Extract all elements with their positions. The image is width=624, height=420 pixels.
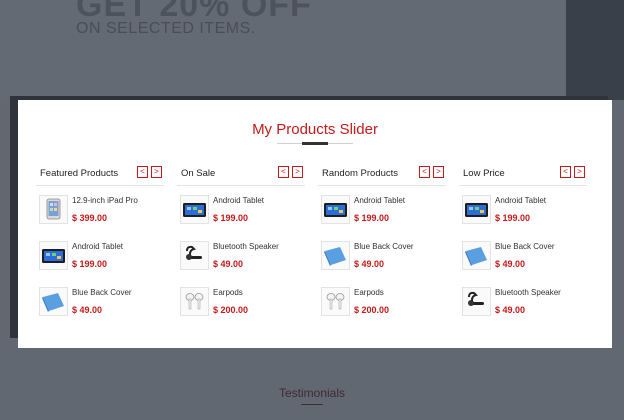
headset-icon[interactable] <box>180 241 209 270</box>
column-title: Low Price <box>463 168 505 179</box>
next-arrow-button[interactable]: > <box>433 166 444 178</box>
product-name[interactable]: Android Tablet <box>72 242 123 251</box>
product-price: $ 49.00 <box>495 305 526 315</box>
earpods-icon[interactable] <box>321 287 350 316</box>
product-price: $ 49.00 <box>213 259 244 269</box>
ipad-icon[interactable] <box>39 195 68 224</box>
slider-title: My Products Slider <box>252 121 378 138</box>
product-item[interactable]: Bluetooth Speaker $ 49.00 <box>180 241 304 281</box>
product-name[interactable]: Earpods <box>354 288 384 297</box>
prev-arrow-button[interactable]: < <box>419 166 430 178</box>
product-price: $ 49.00 <box>72 305 103 315</box>
products-slider: My Products Slider Featured Products < >… <box>18 100 612 348</box>
product-name[interactable]: Bluetooth Speaker <box>213 242 279 251</box>
product-price: $ 199.00 <box>354 213 390 223</box>
testimonials-underline <box>301 404 323 405</box>
prev-arrow-button[interactable]: < <box>560 166 571 178</box>
product-name[interactable]: Earpods <box>213 288 243 297</box>
product-name[interactable]: Bluetooth Speaker <box>495 288 561 297</box>
product-price: $ 49.00 <box>495 259 526 269</box>
product-price: $ 399.00 <box>72 213 108 223</box>
next-arrow-button[interactable]: > <box>292 166 303 178</box>
product-name[interactable]: Android Tablet <box>354 196 405 205</box>
column-on-sale: On Sale < > Android Tablet $ 199.00 Blue… <box>177 166 305 316</box>
product-item[interactable]: Bluetooth Speaker $ 49.00 <box>462 287 586 327</box>
column-featured-products: Featured Products < > 12.9-inch iPad Pro… <box>36 166 164 316</box>
product-item[interactable]: Android Tablet $ 199.00 <box>321 195 445 235</box>
prev-arrow-button[interactable]: < <box>137 166 148 178</box>
testimonials-heading: Testimonials <box>278 386 346 400</box>
product-item[interactable]: Blue Back Cover $ 49.00 <box>462 241 586 281</box>
product-item[interactable]: Earpods $ 200.00 <box>180 287 304 327</box>
product-name[interactable]: Blue Back Cover <box>72 288 132 297</box>
earpods-icon[interactable] <box>180 287 209 316</box>
prev-arrow-button[interactable]: < <box>278 166 289 178</box>
hero-image-edge <box>566 0 624 100</box>
product-item[interactable]: Blue Back Cover $ 49.00 <box>39 287 163 327</box>
tablet-icon[interactable] <box>321 195 350 224</box>
headset-icon[interactable] <box>462 287 491 316</box>
column-title: Random Products <box>322 168 399 179</box>
product-item[interactable]: 12.9-inch iPad Pro $ 399.00 <box>39 195 163 235</box>
column-header: Low Price < > <box>459 166 587 186</box>
next-arrow-button[interactable]: > <box>574 166 585 178</box>
product-price: $ 49.00 <box>354 259 385 269</box>
tablet-icon[interactable] <box>39 241 68 270</box>
column-title: Featured Products <box>40 168 119 179</box>
product-item[interactable]: Earpods $ 200.00 <box>321 287 445 327</box>
product-price: $ 199.00 <box>213 213 249 223</box>
product-price: $ 199.00 <box>495 213 531 223</box>
cover-icon[interactable] <box>462 241 491 270</box>
product-name[interactable]: Blue Back Cover <box>354 242 414 251</box>
cover-icon[interactable] <box>39 287 68 316</box>
column-header: On Sale < > <box>177 166 305 186</box>
product-price: $ 200.00 <box>213 305 249 315</box>
product-name[interactable]: Android Tablet <box>213 196 264 205</box>
column-header: Featured Products < > <box>36 166 164 186</box>
product-name[interactable]: 12.9-inch iPad Pro <box>72 196 138 205</box>
product-item[interactable]: Android Tablet $ 199.00 <box>39 241 163 281</box>
cover-icon[interactable] <box>321 241 350 270</box>
column-random-products: Random Products < > Android Tablet $ 199… <box>318 166 446 316</box>
tablet-icon[interactable] <box>462 195 491 224</box>
hero-banner: GET 20% OFF ON SELECTED ITEMS. <box>0 0 624 100</box>
next-arrow-button[interactable]: > <box>151 166 162 178</box>
product-price: $ 200.00 <box>354 305 390 315</box>
product-item[interactable]: Blue Back Cover $ 49.00 <box>321 241 445 281</box>
product-name[interactable]: Blue Back Cover <box>495 242 555 251</box>
title-accent-bar <box>302 142 328 145</box>
tablet-icon[interactable] <box>180 195 209 224</box>
product-item[interactable]: Android Tablet $ 199.00 <box>180 195 304 235</box>
column-low-price: Low Price < > Android Tablet $ 199.00 Bl… <box>459 166 587 316</box>
hero-subtitle: ON SELECTED ITEMS. <box>76 20 256 37</box>
column-title: On Sale <box>181 168 216 179</box>
product-price: $ 199.00 <box>72 259 108 269</box>
product-name[interactable]: Android Tablet <box>495 196 546 205</box>
product-item[interactable]: Android Tablet $ 199.00 <box>462 195 586 235</box>
column-header: Random Products < > <box>318 166 446 186</box>
